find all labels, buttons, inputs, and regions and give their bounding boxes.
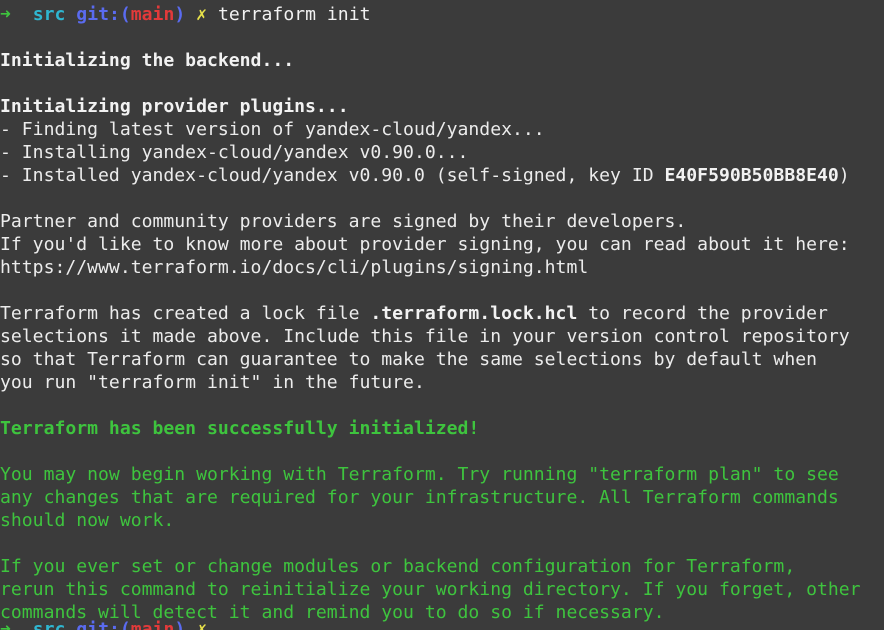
prompt-line: ➜ src git:(main) ✗ terraform init	[0, 3, 884, 26]
prompt-git-branch: main	[130, 4, 175, 25]
next-prompt-git-prefix: git:(	[76, 619, 131, 630]
installed-suffix: )	[838, 165, 850, 186]
lock-line-suffix: to record the provider	[577, 303, 828, 324]
prompt-directory: src	[32, 4, 66, 25]
lock-line: you run "terraform init" in the future.	[0, 372, 425, 393]
prompt-command: terraform init	[217, 4, 371, 25]
lock-line: Terraform has created a lock file .terra…	[0, 302, 884, 325]
next-steps-line: You may now begin working with Terraform…	[0, 464, 839, 485]
next-prompt-directory: src	[32, 619, 66, 630]
key-id: E40F590B50BB8E40	[664, 165, 839, 186]
plugin-line: - Finding latest version of yandex-cloud…	[0, 119, 545, 140]
terminal-window[interactable]: ➜ src git:(main) ✗ terraform init Initia…	[0, 0, 884, 630]
lock-file-name: .terraform.lock.hcl	[370, 303, 578, 324]
plugins-heading: Initializing provider plugins...	[0, 96, 349, 117]
signing-line: If you'd like to know more about provide…	[0, 234, 850, 255]
prompt-dirty-icon: ✗	[196, 4, 208, 25]
signing-url-link[interactable]: https://www.terraform.io/docs/cli/plugin…	[0, 256, 884, 279]
prompt-arrow-icon: ➜	[0, 4, 11, 25]
backend-heading: Initializing the backend...	[0, 50, 295, 71]
lock-line: selections it made above. Include this f…	[0, 326, 850, 347]
reinit-line: rerun this command to reinitialize your …	[0, 579, 861, 600]
reinit-line: If you ever set or change modules or bac…	[0, 556, 796, 577]
signing-line: Partner and community providers are sign…	[0, 211, 687, 232]
plugin-line: - Installing yandex-cloud/yandex v0.90.0…	[0, 142, 469, 163]
lock-line-prefix: Terraform has created a lock file	[0, 303, 371, 324]
installed-prefix: - Installed yandex-cloud/yandex v0.90.0 …	[0, 165, 665, 186]
next-steps-line: any changes that are required for your i…	[0, 487, 839, 508]
next-prompt-arrow-icon: ➜	[0, 619, 11, 630]
next-prompt-git-branch: main	[130, 619, 175, 630]
success-heading: Terraform has been successfully initiali…	[0, 418, 480, 439]
lock-line: so that Terraform can guarantee to make …	[0, 349, 818, 370]
prompt-git-suffix: )	[174, 4, 186, 25]
prompt-git-prefix: git:(	[76, 4, 131, 25]
next-prompt-line: ➜ src git:(main) ✗	[0, 618, 207, 630]
installed-line: - Installed yandex-cloud/yandex v0.90.0 …	[0, 164, 884, 187]
next-steps-line: should now work.	[0, 510, 175, 531]
next-prompt-dirty-icon: ✗	[196, 619, 208, 630]
next-prompt-git-suffix: )	[174, 619, 186, 630]
